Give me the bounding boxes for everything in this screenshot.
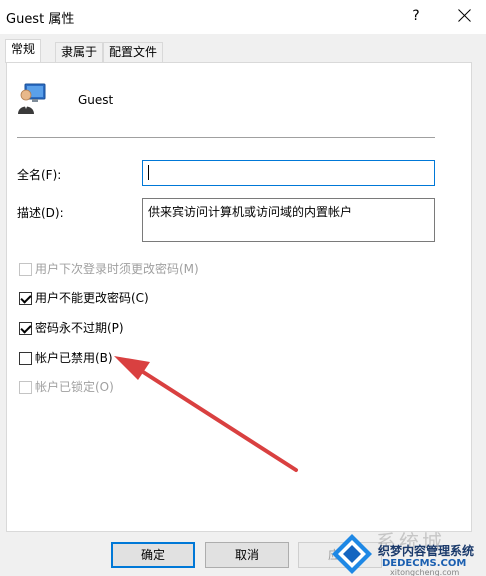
tab-general[interactable]: 常规 (5, 39, 42, 63)
ok-button[interactable]: 确定 (111, 542, 195, 568)
tab-member-of[interactable]: 隶属于 (55, 42, 104, 62)
tab-profile[interactable]: 配置文件 (103, 42, 164, 62)
close-button[interactable] (452, 5, 478, 27)
watermark: 系统城 织梦内容管理系统 DEDECMS.COM xitongcheng.com (330, 530, 486, 576)
cancel-button[interactable]: 取消 (205, 542, 289, 568)
checkbox-label: 帐户已禁用(B) (35, 351, 113, 365)
user-name: Guest (78, 93, 114, 107)
watermark-line3: xitongcheng.com (390, 568, 460, 576)
user-account-icon (18, 83, 46, 114)
help-button[interactable]: ? (404, 5, 428, 27)
checkbox-box[interactable] (19, 263, 32, 276)
description-value: 供来宾访问计算机或访问域的内置帐户 (148, 205, 353, 219)
watermark-logo-icon (332, 534, 372, 574)
fullname-input[interactable] (142, 160, 435, 186)
checkbox-box[interactable] (19, 322, 32, 335)
description-label: 描述(D): (17, 206, 64, 220)
checkbox-label: 密码永不过期(P) (35, 321, 124, 335)
watermark-line1: 织梦内容管理系统 (378, 544, 475, 558)
separator (17, 137, 435, 138)
checkbox-label: 帐户已锁定(O) (35, 380, 114, 394)
checkbox-box[interactable] (19, 381, 32, 394)
tab-bar: 常规 隶属于 配置文件 (0, 34, 486, 63)
description-input[interactable]: 供来宾访问计算机或访问域的内置帐户 (142, 198, 435, 242)
window-title: Guest 属性 (6, 12, 75, 27)
fullname-label: 全名(F): (17, 168, 62, 182)
checkbox-label: 用户下次登录时须更改密码(M) (35, 262, 199, 276)
checkbox-label: 用户不能更改密码(C) (35, 291, 149, 305)
checkbox-box[interactable] (19, 292, 32, 305)
title-bar: Guest 属性 ? (0, 0, 486, 34)
text-caret (148, 165, 149, 180)
checkbox-box[interactable] (19, 352, 32, 365)
